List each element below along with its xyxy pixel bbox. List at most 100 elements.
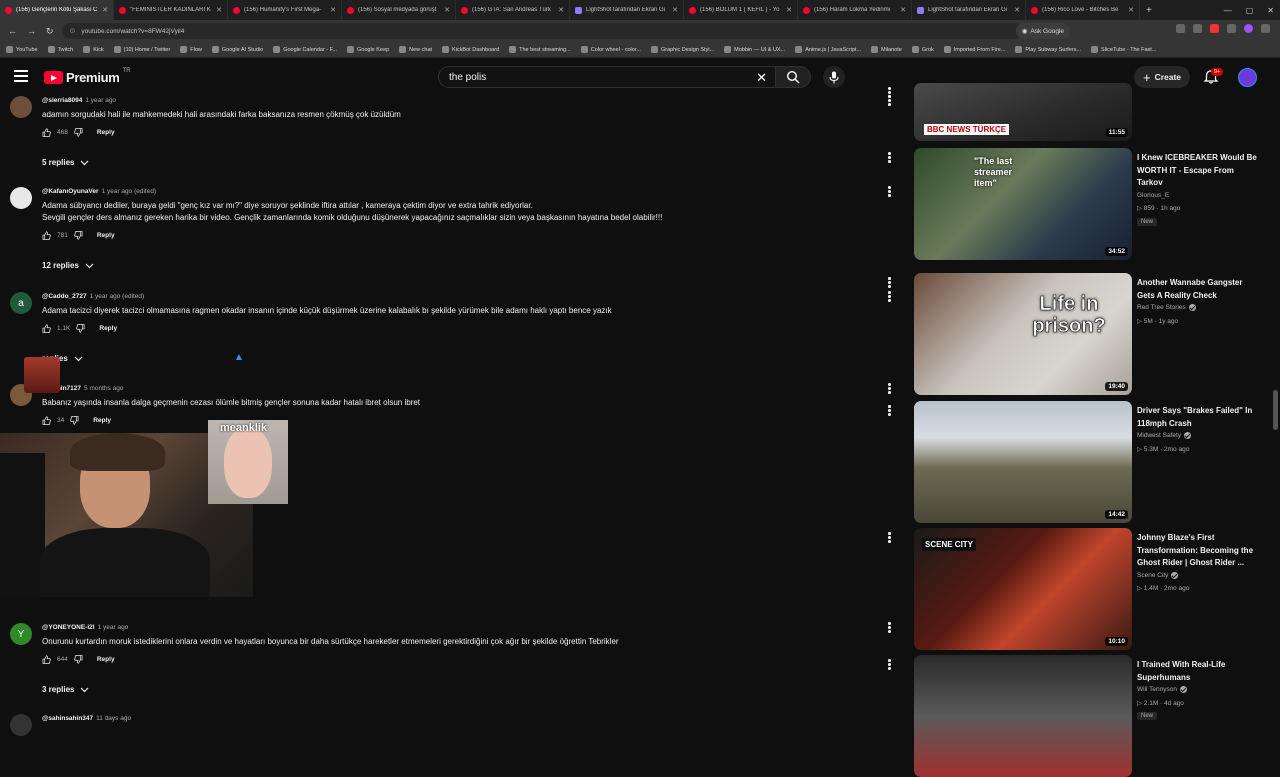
- search-button[interactable]: [775, 66, 811, 88]
- close-tab-icon[interactable]: ✕: [216, 6, 222, 14]
- video-title[interactable]: Ghost Rider | Ghost Rider ...: [1137, 557, 1265, 569]
- extension-icon[interactable]: [1193, 24, 1202, 33]
- like-icon[interactable]: [42, 416, 51, 425]
- bookmark-item[interactable]: Imported From Fire...: [943, 46, 1005, 53]
- comment-time[interactable]: 1 year ago (edited): [90, 293, 145, 300]
- comment-author[interactable]: @YONEYONE-i2l: [42, 624, 95, 631]
- commenter-avatar[interactable]: [10, 96, 32, 118]
- browser-tab[interactable]: (156) BÖLÜM 1 ( KEFİL ) - Yo ✕: [684, 0, 798, 20]
- menu-icon[interactable]: [1261, 24, 1270, 33]
- ask-google-button[interactable]: ◉ Ask Google: [1015, 23, 1070, 39]
- reply-button[interactable]: Reply: [99, 325, 117, 332]
- bookmark-item[interactable]: Play Subway Surfers...: [1015, 46, 1081, 53]
- bookmark-item[interactable]: The best streaming...: [509, 46, 571, 53]
- like-icon[interactable]: [42, 655, 51, 664]
- video-menu-icon[interactable]: [888, 405, 892, 417]
- commenter-avatar[interactable]: [10, 187, 32, 209]
- extension-icon[interactable]: [1227, 24, 1236, 33]
- video-title[interactable]: 118mph Crash: [1137, 418, 1265, 430]
- close-tab-icon[interactable]: ✕: [558, 6, 564, 14]
- extension-icon[interactable]: [1210, 24, 1219, 33]
- browser-tab[interactable]: (156) Rico Love - Bitches Be ✕: [1026, 0, 1140, 20]
- extension-icon[interactable]: [1176, 24, 1185, 33]
- bookmark-item[interactable]: Flow: [180, 46, 202, 53]
- hamburger-menu-icon[interactable]: [14, 70, 28, 82]
- youtube-premium-logo[interactable]: Premium TR: [44, 68, 131, 85]
- back-icon[interactable]: ←: [8, 26, 17, 37]
- create-button[interactable]: + Create: [1134, 66, 1190, 88]
- bookmark-item[interactable]: Milanote: [871, 46, 902, 53]
- comment-author[interactable]: @Caddo_2727: [42, 293, 87, 300]
- dislike-icon[interactable]: [74, 231, 83, 240]
- browser-tab[interactable]: "FEMINISTLER KADINLARI K ✕: [114, 0, 228, 20]
- bookmark-item[interactable]: Google AI Studio: [211, 46, 263, 53]
- video-menu-icon[interactable]: [888, 87, 892, 99]
- page-scrollbar[interactable]: [1273, 390, 1278, 430]
- profile-icon[interactable]: [1244, 24, 1253, 33]
- bookmark-item[interactable]: Grok: [911, 46, 934, 53]
- video-title[interactable]: I Trained With Real-Life: [1137, 659, 1265, 671]
- view-replies-button[interactable]: 12 replies: [42, 261, 94, 270]
- view-replies-button[interactable]: 5 replies: [42, 158, 89, 167]
- video-menu-icon[interactable]: [888, 532, 892, 544]
- bookmark-item[interactable]: New chat: [399, 46, 432, 53]
- comment-author[interactable]: @sierria8094: [42, 97, 82, 104]
- video-title[interactable]: Johnny Blaze's First: [1137, 532, 1265, 544]
- video-thumbnail[interactable]: 14:42: [914, 401, 1132, 523]
- close-tab-icon[interactable]: ✕: [1014, 6, 1020, 14]
- dislike-icon[interactable]: [70, 416, 79, 425]
- browser-tab[interactable]: (156) Sosyal medyada görüşt ✕: [342, 0, 456, 20]
- comment-time[interactable]: 11 days ago: [96, 715, 131, 722]
- close-tab-icon[interactable]: ✕: [900, 6, 906, 14]
- like-icon[interactable]: [42, 128, 51, 137]
- video-thumbnail[interactable]: Life in prison? 19:40: [914, 273, 1132, 395]
- video-channel[interactable]: Scene City: [1137, 571, 1179, 579]
- close-tab-icon[interactable]: ✕: [1128, 6, 1134, 14]
- maximize-icon[interactable]: ▢: [1246, 6, 1254, 15]
- video-title[interactable]: Superhumans: [1137, 672, 1265, 684]
- dislike-icon[interactable]: [76, 324, 85, 333]
- forward-icon[interactable]: →: [27, 26, 36, 37]
- comment-time[interactable]: 1 year ago: [98, 624, 129, 631]
- comment-time[interactable]: 1 year ago (edited): [102, 188, 157, 195]
- new-tab-icon[interactable]: +: [1140, 5, 1158, 16]
- video-title[interactable]: WORTH IT - Escape From: [1137, 165, 1265, 177]
- comment-menu-icon[interactable]: [888, 186, 892, 198]
- bookmark-item[interactable]: Google Keep: [347, 46, 389, 53]
- browser-tab[interactable]: LightShot tarafından Ekran Gi ✕: [912, 0, 1026, 20]
- bookmark-item[interactable]: YouTube: [6, 46, 38, 53]
- close-window-icon[interactable]: ✕: [1267, 6, 1274, 15]
- view-replies-button[interactable]: 3 replies: [42, 685, 89, 694]
- browser-tab[interactable]: (156) Humanity's First Mega- ✕: [228, 0, 342, 20]
- bookmark-item[interactable]: Google Calendar - F...: [273, 46, 337, 53]
- site-info-icon[interactable]: ⊙: [70, 27, 76, 35]
- video-channel[interactable]: Will Tennyson: [1137, 686, 1187, 693]
- search-input[interactable]: the polis ✕: [438, 66, 776, 88]
- close-tab-icon[interactable]: ✕: [672, 6, 678, 14]
- video-thumbnail[interactable]: [914, 655, 1132, 777]
- video-channel[interactable]: Glorious_E: [1137, 192, 1169, 199]
- minimize-icon[interactable]: —: [1224, 6, 1232, 15]
- bookmark-item[interactable]: Color wheel - color...: [580, 46, 641, 53]
- video-thumbnail[interactable]: BBC NEWS TÜRKÇE 11:55: [914, 83, 1132, 141]
- bookmark-item[interactable]: (10) Home / Twitter: [113, 46, 170, 53]
- comment-menu-icon[interactable]: [888, 383, 892, 395]
- comment-author[interactable]: @sahinsahin347: [42, 715, 93, 722]
- video-menu-icon[interactable]: [888, 152, 892, 164]
- bookmark-item[interactable]: Kick: [83, 46, 104, 53]
- account-avatar[interactable]: [1238, 68, 1257, 87]
- reply-button[interactable]: Reply: [97, 232, 115, 239]
- video-title[interactable]: Driver Says "Brakes Failed" In: [1137, 405, 1265, 417]
- video-menu-icon[interactable]: [888, 277, 892, 289]
- close-tab-icon[interactable]: ✕: [786, 6, 792, 14]
- reload-icon[interactable]: ↻: [46, 26, 54, 37]
- bookmark-item[interactable]: Mobbin — UI & UX...: [724, 46, 785, 53]
- dislike-icon[interactable]: [74, 128, 83, 137]
- bookmark-item[interactable]: Anime.js | JavaScript...: [795, 46, 861, 53]
- video-channel[interactable]: Midwest Safety: [1137, 432, 1192, 439]
- close-tab-icon[interactable]: ✕: [330, 6, 336, 14]
- video-thumbnail[interactable]: "The last streamer item" 34:52: [914, 148, 1132, 260]
- reply-button[interactable]: Reply: [97, 656, 115, 663]
- url-omnibox[interactable]: ⊙ youtube.com/watch?v=8FW42jVyil4: [61, 23, 1022, 39]
- browser-tab[interactable]: (156) Gençlerin Kötü Şakası C ✕: [0, 0, 114, 20]
